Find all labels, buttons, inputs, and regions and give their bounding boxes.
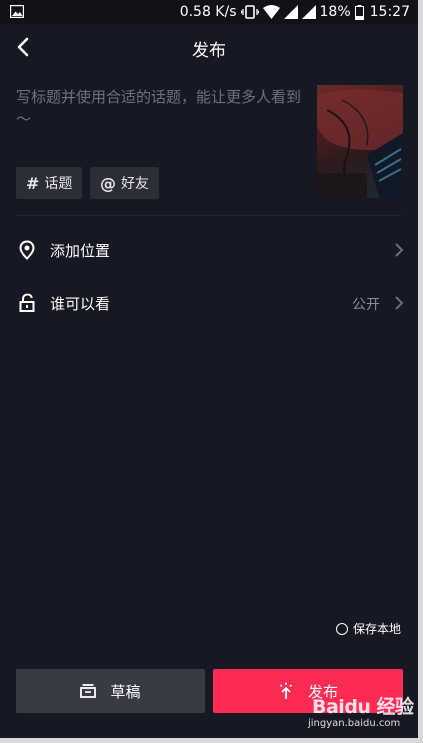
baidu-watermark: Baidu 经验 jingyan.baidu.com	[308, 692, 418, 738]
image-notification-icon	[10, 5, 24, 18]
chevron-right-icon	[395, 296, 404, 310]
visibility-value: 公开	[352, 297, 380, 313]
status-right: 0.58 K/s 18% 15:27	[180, 3, 410, 21]
draft-label: 草稿	[110, 682, 141, 701]
clock: 15:27	[369, 4, 410, 20]
wifi-icon	[262, 5, 280, 19]
chevron-right-icon	[395, 243, 404, 257]
mention-chip[interactable]: @ 好友	[90, 167, 159, 199]
vibrate-icon	[240, 5, 259, 19]
network-speed: 0.58 K/s	[179, 4, 237, 20]
save-local-label: 保存本地	[353, 622, 402, 636]
radio-circle-icon	[336, 622, 348, 635]
location-pin-icon	[19, 240, 35, 260]
page-title: 发布	[192, 41, 226, 61]
mention-label: 好友	[121, 176, 149, 192]
battery-icon	[354, 4, 364, 20]
draft-button[interactable]: 草稿	[16, 669, 205, 713]
draft-box-icon	[80, 684, 97, 698]
at-icon: @	[100, 173, 116, 193]
hashtag-label: 话题	[44, 176, 73, 192]
add-location-row[interactable]: 添加位置	[0, 225, 418, 277]
status-bar: 0.58 K/s 18% 15:27	[0, 0, 418, 24]
who-can-see-label: 谁可以看	[50, 295, 111, 313]
add-location-label: 添加位置	[50, 242, 111, 260]
publish-spark-icon	[279, 682, 293, 699]
save-local-toggle[interactable]: 保存本地	[336, 620, 401, 637]
publish-screen: 0.58 K/s 18% 15:27 发布 写标题并使用合适的话题，能让更多人看…	[0, 0, 418, 738]
caption-input[interactable]: 写标题并使用合适的话题，能让更多人看到～	[16, 86, 308, 130]
signal-icon-2	[301, 5, 316, 19]
hashtag-icon: #	[26, 173, 40, 193]
nav-bar: 发布	[0, 24, 418, 70]
hashtag-chip[interactable]: # 话题	[16, 167, 83, 199]
watermark-brand: Baidu 经验	[312, 696, 414, 718]
thumbnail-image	[317, 89, 403, 198]
signal-icon-1	[283, 5, 298, 19]
watermark-url: jingyan.baidu.com	[308, 718, 401, 729]
battery-percent: 18%	[319, 4, 351, 20]
unlock-icon	[19, 293, 35, 312]
divider	[16, 215, 402, 216]
who-can-see-row[interactable]: 谁可以看 公开	[0, 278, 418, 330]
video-thumbnail[interactable]	[317, 85, 403, 198]
